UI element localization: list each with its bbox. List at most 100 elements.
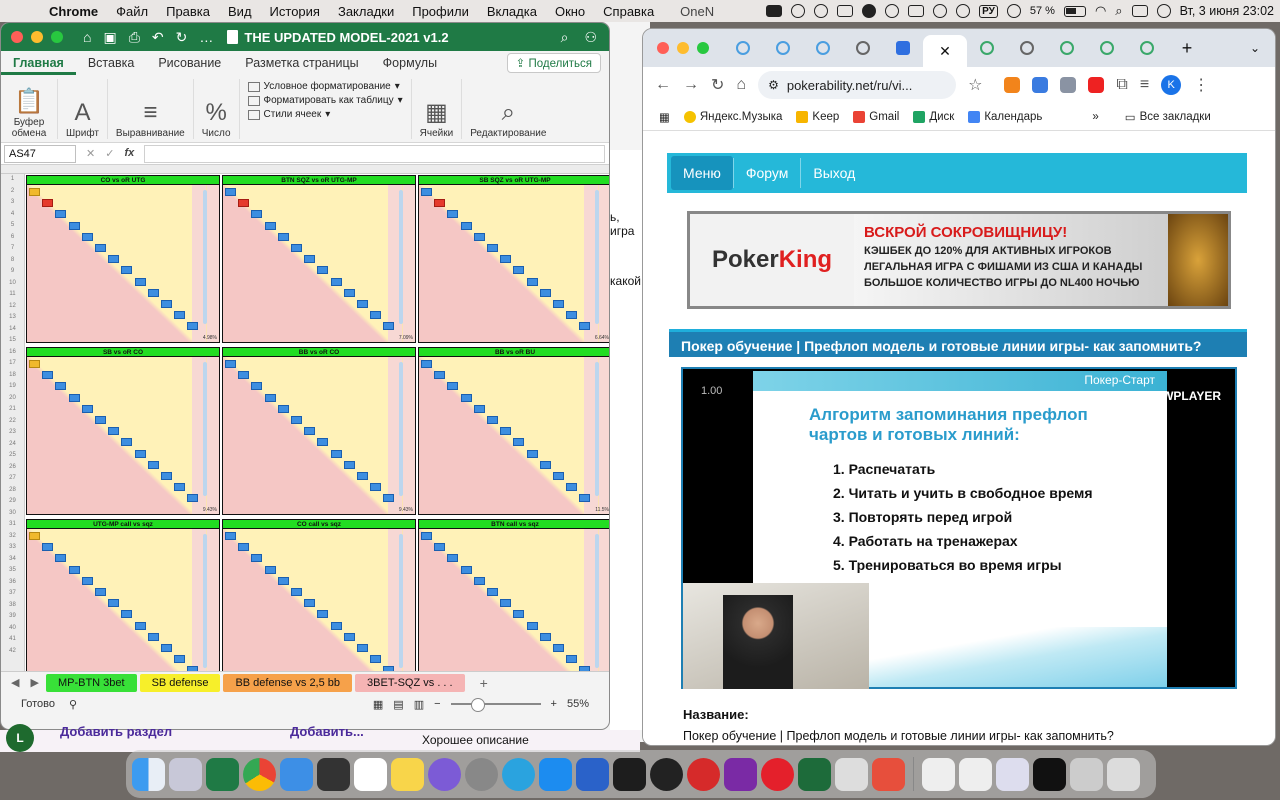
row-number[interactable]: 5 bbox=[1, 220, 24, 232]
row-number[interactable]: 30 bbox=[1, 508, 24, 520]
sheet-tab-3bet-sqz[interactable]: 3BET-SQZ vs . . . bbox=[355, 673, 465, 692]
fork-icon[interactable] bbox=[576, 757, 609, 791]
row-number[interactable]: 41 bbox=[1, 634, 24, 646]
minimized-window-icon[interactable] bbox=[922, 757, 955, 791]
tab-draw[interactable]: Рисование bbox=[146, 51, 233, 75]
add-section-link[interactable]: Добавить раздел bbox=[60, 724, 172, 739]
row-number[interactable]: 31 bbox=[1, 519, 24, 531]
row-number[interactable]: 14 bbox=[1, 324, 24, 336]
screen-icon[interactable] bbox=[837, 5, 854, 17]
share-button[interactable]: ⇪ Поделиться bbox=[506, 53, 601, 73]
range-slider[interactable] bbox=[203, 190, 207, 324]
zoom-out-icon[interactable]: − bbox=[434, 698, 440, 710]
row-number[interactable]: 27 bbox=[1, 473, 24, 485]
browser-tab[interactable] bbox=[723, 34, 763, 62]
row-number[interactable]: 15 bbox=[1, 335, 24, 347]
search-icon[interactable]: ⌕ bbox=[561, 29, 569, 46]
align-group[interactable]: ≡ Выравнивание bbox=[108, 79, 194, 139]
menu-bookmarks[interactable]: Закладки bbox=[329, 4, 403, 19]
notes-icon[interactable] bbox=[391, 757, 424, 791]
name-box[interactable]: AS47 bbox=[4, 144, 76, 163]
excel-icon[interactable] bbox=[206, 757, 239, 791]
metamask-extension-icon[interactable] bbox=[1004, 77, 1021, 93]
profile-avatar[interactable]: K bbox=[1161, 75, 1182, 95]
avatar[interactable]: L bbox=[6, 724, 34, 752]
minimize-window-button[interactable] bbox=[677, 42, 689, 54]
formula-input[interactable] bbox=[144, 144, 605, 163]
xcode-icon[interactable] bbox=[280, 757, 313, 791]
notification-badge-icon[interactable] bbox=[862, 4, 877, 18]
add-link[interactable]: Добавить... bbox=[290, 724, 364, 739]
poker-client-icon[interactable] bbox=[798, 757, 831, 791]
browser-tab[interactable] bbox=[967, 34, 1007, 62]
row-number[interactable]: 18 bbox=[1, 370, 24, 382]
bookmark-yandex-music[interactable]: Яндекс.Музыка bbox=[683, 110, 782, 123]
row-number[interactable]: 17 bbox=[1, 358, 24, 370]
sheet-tab-mp-btn-3bet[interactable]: MP-BTN 3bet bbox=[45, 673, 137, 692]
sheet-tab-sb-defense[interactable]: SB defense bbox=[139, 673, 221, 692]
bookmark-calendar[interactable]: Календарь bbox=[968, 110, 1042, 123]
home-icon[interactable]: ⌂ bbox=[83, 29, 91, 45]
browser-tab[interactable] bbox=[1087, 34, 1127, 62]
zoom-slider[interactable] bbox=[450, 698, 541, 712]
row-number[interactable]: 2 bbox=[1, 186, 24, 198]
bookmark-gmail[interactable]: Gmail bbox=[853, 110, 899, 123]
wifi-icon[interactable]: ◠ bbox=[1095, 3, 1106, 19]
menu-window[interactable]: Окно bbox=[546, 4, 594, 19]
menu-history[interactable]: История bbox=[261, 4, 329, 19]
reminders-icon[interactable] bbox=[354, 757, 387, 791]
range-slider[interactable] bbox=[399, 190, 403, 324]
nav-forum[interactable]: Форум bbox=[734, 156, 801, 190]
close-window-button[interactable] bbox=[657, 42, 669, 54]
menu-view[interactable]: Вид bbox=[219, 4, 261, 19]
print-icon[interactable]: ⎙ bbox=[129, 29, 140, 46]
finder-icon[interactable] bbox=[132, 757, 165, 791]
range-slider[interactable] bbox=[203, 534, 207, 668]
prev-sheet-icon[interactable]: ◀ bbox=[7, 676, 23, 689]
tab-page-layout[interactable]: Разметка страницы bbox=[233, 51, 370, 75]
row-number[interactable]: 21 bbox=[1, 404, 24, 416]
address-bar[interactable]: ⚙ pokerability.net/ru/vi... bbox=[758, 71, 957, 99]
save-icon[interactable]: ▣ bbox=[103, 29, 116, 46]
next-sheet-icon[interactable]: ▶ bbox=[26, 676, 42, 689]
row-number[interactable]: 20 bbox=[1, 393, 24, 405]
menu-tab[interactable]: Вкладка bbox=[478, 4, 546, 19]
forward-icon[interactable]: → bbox=[683, 76, 699, 94]
extensions-icon[interactable]: ⧉ bbox=[1116, 76, 1127, 94]
sheet-tab-bb-defense[interactable]: BB defense vs 2,5 bb bbox=[223, 673, 353, 692]
worksheet-grid[interactable]: 1 2 3 4 5 6 7 8 9 10 11 12 13 14 15 16 17 18 19 20 21 22 23 24 2… bbox=[1, 165, 609, 671]
telegram-icon[interactable] bbox=[502, 757, 535, 791]
range-slider[interactable] bbox=[203, 362, 207, 496]
browser-tab[interactable] bbox=[843, 34, 883, 62]
keyboard-layout[interactable]: РУ bbox=[979, 4, 998, 18]
row-number[interactable]: 19 bbox=[1, 381, 24, 393]
playback-speed[interactable]: 1.00 bbox=[701, 385, 722, 397]
zoom-in-icon[interactable]: + bbox=[551, 698, 557, 710]
bookmark-star-icon[interactable]: ☆ bbox=[968, 75, 982, 95]
minimized-window-icon[interactable] bbox=[1070, 757, 1103, 791]
browser-tab[interactable] bbox=[1127, 34, 1167, 62]
camera-status-icon[interactable] bbox=[791, 4, 806, 18]
row-number[interactable]: 6 bbox=[1, 232, 24, 244]
time-machine-icon[interactable] bbox=[885, 4, 900, 18]
number-group[interactable]: % Число bbox=[194, 79, 240, 139]
row-number[interactable]: 13 bbox=[1, 312, 24, 324]
edit-group[interactable]: ⌕ Редактирование bbox=[462, 79, 554, 139]
pdf-app-icon[interactable] bbox=[872, 757, 905, 791]
all-bookmarks[interactable]: ▭ Все закладки bbox=[1125, 110, 1211, 124]
play-icon[interactable] bbox=[956, 4, 971, 18]
row-number[interactable]: 34 bbox=[1, 554, 24, 566]
row-number[interactable]: 36 bbox=[1, 577, 24, 589]
system-settings-icon[interactable] bbox=[465, 757, 498, 791]
row-number[interactable]: 9 bbox=[1, 266, 24, 278]
row-number[interactable]: 16 bbox=[1, 347, 24, 359]
function-icon[interactable]: fx bbox=[124, 147, 134, 160]
paste-group[interactable]: 📋 Буфер обмена bbox=[1, 79, 58, 139]
browser-tab[interactable] bbox=[883, 34, 923, 62]
shield-extension-icon[interactable] bbox=[1060, 77, 1077, 93]
zoom-level[interactable]: 55% bbox=[567, 698, 589, 710]
battery-icon[interactable] bbox=[1063, 5, 1086, 17]
close-tab-icon[interactable]: ✕ bbox=[939, 43, 951, 60]
bluetooth-icon[interactable] bbox=[1006, 4, 1021, 18]
row-number[interactable]: 4 bbox=[1, 209, 24, 221]
